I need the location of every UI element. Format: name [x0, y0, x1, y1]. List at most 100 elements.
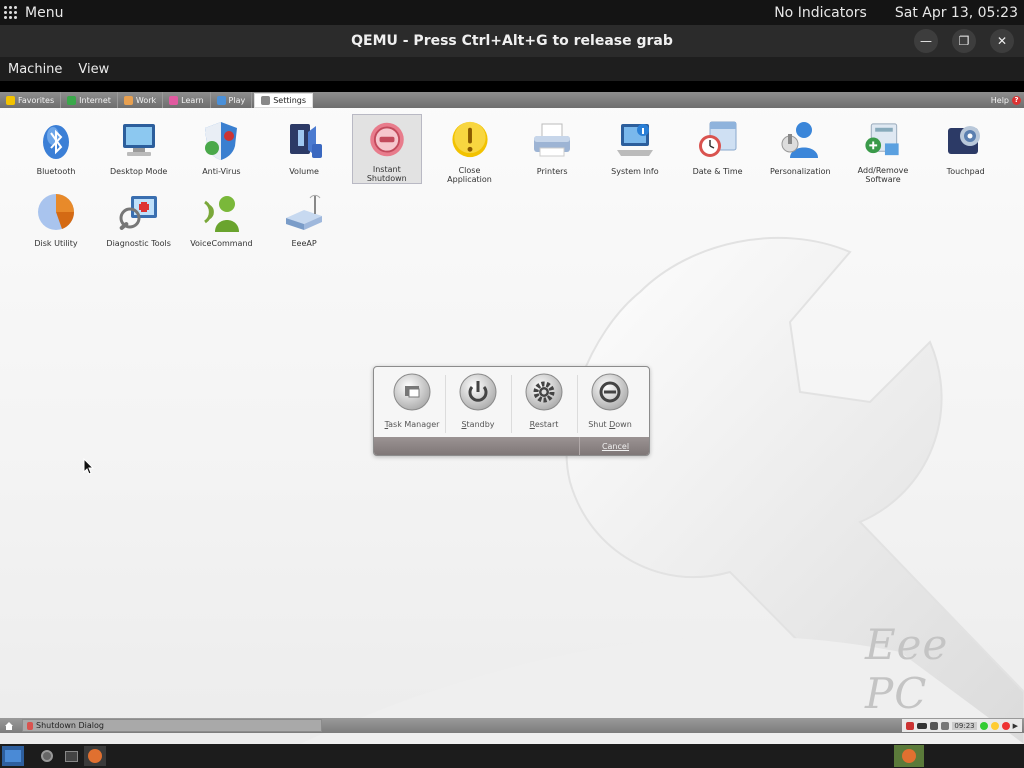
- shutdown-dialog: Task Manager Standby Restart Shut Down Canc…: [373, 366, 650, 456]
- qemu-border: [0, 81, 1024, 92]
- app-volume[interactable]: Volume: [269, 114, 339, 184]
- dock-app-1[interactable]: [36, 746, 58, 766]
- tab-favorites[interactable]: Favorites: [0, 92, 62, 108]
- guest-screen: Favorites Internet Work Learn Play Settings He…: [0, 92, 1024, 744]
- app-touchpad[interactable]: Touchpad: [931, 114, 1001, 184]
- status-yellow-icon[interactable]: [990, 721, 999, 730]
- person-icon: [781, 122, 819, 158]
- app-label: EeeAP: [291, 239, 317, 248]
- app-eeeap[interactable]: EeeAP: [269, 186, 339, 256]
- dialog-button-label: Restart: [530, 420, 559, 429]
- dock-app-terminal[interactable]: [60, 746, 82, 766]
- app-label: Date & Time: [692, 167, 743, 176]
- app-label: Diagnostic Tools: [106, 239, 171, 248]
- network-icon[interactable]: [906, 721, 915, 730]
- app-disk-utility[interactable]: Disk Utility: [21, 186, 91, 256]
- indicators-status[interactable]: No Indicators: [774, 5, 867, 21]
- dialog-app-icon: [27, 721, 33, 730]
- app-instant-shutdown[interactable]: Instant Shutdown: [351, 114, 422, 184]
- dock-app-qemu[interactable]: [84, 746, 106, 766]
- qemu-window-icon: [902, 749, 916, 763]
- menu-machine[interactable]: Machine: [8, 62, 62, 77]
- dialog-button-label: Task Manager: [385, 420, 440, 429]
- minimize-icon: —: [920, 34, 932, 48]
- app-voicecommand[interactable]: VoiceCommand: [186, 186, 256, 256]
- keyboard-icon[interactable]: [930, 721, 939, 730]
- host-top-bar: Menu No Indicators Sat Apr 13, 05:23: [0, 0, 1024, 25]
- tab-settings[interactable]: Settings: [254, 92, 314, 108]
- work-tab-icon: [123, 95, 133, 105]
- guest-clock[interactable]: 09:23: [952, 721, 977, 730]
- power-red-icon: [370, 122, 404, 157]
- app-printers[interactable]: Printers: [517, 114, 587, 184]
- label-rest: tandby: [466, 420, 495, 429]
- cancel-button[interactable]: Cancel: [579, 437, 649, 455]
- battery-icon[interactable]: [917, 722, 928, 729]
- tab-label: Internet: [79, 95, 111, 105]
- workspace-icon: [5, 750, 21, 762]
- tab-work[interactable]: Work: [118, 92, 164, 108]
- laptop-info-icon: [616, 124, 653, 156]
- host-clock[interactable]: Sat Apr 13, 05:23: [895, 5, 1018, 21]
- power-icon: [459, 373, 497, 411]
- app-label: Close Application: [447, 166, 492, 184]
- app-date-time[interactable]: Date & Time: [683, 114, 753, 184]
- dock-qemu-window[interactable]: [894, 745, 924, 767]
- host-dock: [0, 744, 1024, 768]
- gear-icon: [525, 373, 563, 411]
- tab-internet[interactable]: Internet: [61, 92, 118, 108]
- close-button[interactable]: ✕: [990, 29, 1014, 53]
- monitor-icon: [122, 124, 155, 156]
- menu-view[interactable]: View: [78, 62, 109, 77]
- help-button[interactable]: Help?: [990, 95, 1021, 105]
- app-bluetooth[interactable]: Bluetooth: [21, 114, 91, 184]
- tab-label: Settings: [273, 95, 307, 105]
- software-icon: [865, 123, 899, 156]
- tab-label: Work: [135, 95, 157, 105]
- warning-icon: [451, 121, 488, 158]
- shut-down-button[interactable]: Shut Down: [578, 373, 642, 437]
- status-green-icon[interactable]: [979, 721, 988, 730]
- taskbar-task-shutdown-dialog[interactable]: Shutdown Dialog: [22, 719, 322, 732]
- window-title: QEMU - Press Ctrl+Alt+G to release grab: [351, 33, 673, 49]
- shutdown-icon: [591, 373, 629, 411]
- tab-learn[interactable]: Learn: [163, 92, 211, 108]
- dialog-button-label: Standby: [461, 420, 494, 429]
- help-label: Help: [990, 95, 1009, 105]
- app-anti-virus[interactable]: Anti-Virus: [186, 114, 256, 184]
- tab-label: Learn: [181, 95, 204, 105]
- play-tab-icon: [216, 95, 226, 105]
- router-icon: [286, 194, 323, 230]
- qemu-icon: [88, 749, 102, 763]
- restart-button[interactable]: Restart: [512, 373, 576, 437]
- minimize-button[interactable]: —: [914, 29, 938, 53]
- mouse-cursor-icon: [83, 458, 95, 475]
- category-tab-bar: Favorites Internet Work Learn Play Settings He…: [0, 92, 1024, 108]
- dialog-button-label: Shut Down: [588, 420, 632, 429]
- tray-expand-icon[interactable]: ▶: [1013, 722, 1018, 730]
- app-label: Touchpad: [946, 167, 985, 176]
- system-tray: 09:23 ▶: [902, 719, 1022, 732]
- standby-button[interactable]: Standby: [446, 373, 510, 437]
- app-add-remove-software[interactable]: Add/Remove Software: [848, 114, 918, 184]
- volume-icon: [290, 124, 323, 158]
- task-manager-button[interactable]: Task Manager: [380, 373, 444, 437]
- maximize-button[interactable]: ❐: [952, 29, 976, 53]
- touchpad-icon: [947, 126, 980, 154]
- favorites-tab-icon: [6, 95, 15, 105]
- label-rest: ask Manager: [388, 420, 440, 429]
- app-system-info[interactable]: System Info: [600, 114, 670, 184]
- app-close-application[interactable]: Close Application: [435, 114, 505, 184]
- app-label: Disk Utility: [34, 239, 78, 248]
- volume-tray-icon[interactable]: [941, 721, 950, 730]
- dock-workspace[interactable]: [2, 746, 24, 766]
- tab-play[interactable]: Play: [211, 92, 253, 108]
- shutdown-tray-icon[interactable]: [1001, 721, 1010, 730]
- label-rest: own: [615, 420, 632, 429]
- screen: Menu No Indicators Sat Apr 13, 05:23 QEM…: [0, 0, 1024, 768]
- host-menu-button[interactable]: Menu: [4, 5, 63, 21]
- home-icon[interactable]: [4, 721, 14, 731]
- app-diagnostic-tools[interactable]: Diagnostic Tools: [104, 186, 174, 256]
- app-personalization[interactable]: Personalization: [765, 114, 835, 184]
- app-desktop-mode[interactable]: Desktop Mode: [104, 114, 174, 184]
